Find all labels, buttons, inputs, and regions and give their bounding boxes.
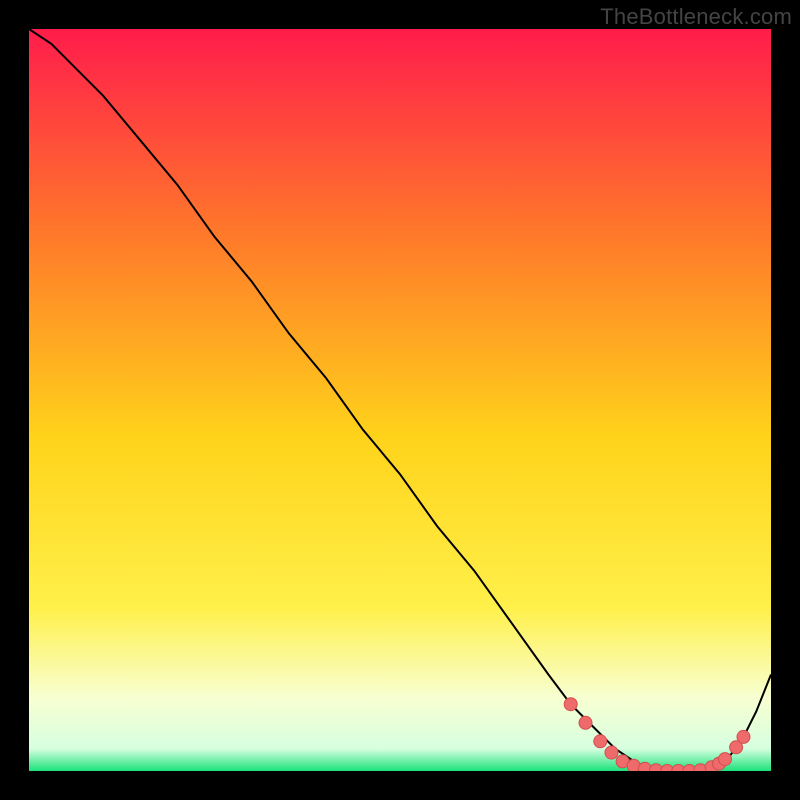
chart-area (29, 29, 771, 771)
curve-marker (594, 735, 607, 748)
bottleneck-chart (29, 29, 771, 771)
watermark-text: TheBottleneck.com (600, 4, 792, 30)
curve-marker (719, 753, 732, 766)
curve-marker (605, 746, 618, 759)
curve-marker (737, 730, 750, 743)
curve-marker (564, 698, 577, 711)
curve-marker (579, 716, 592, 729)
